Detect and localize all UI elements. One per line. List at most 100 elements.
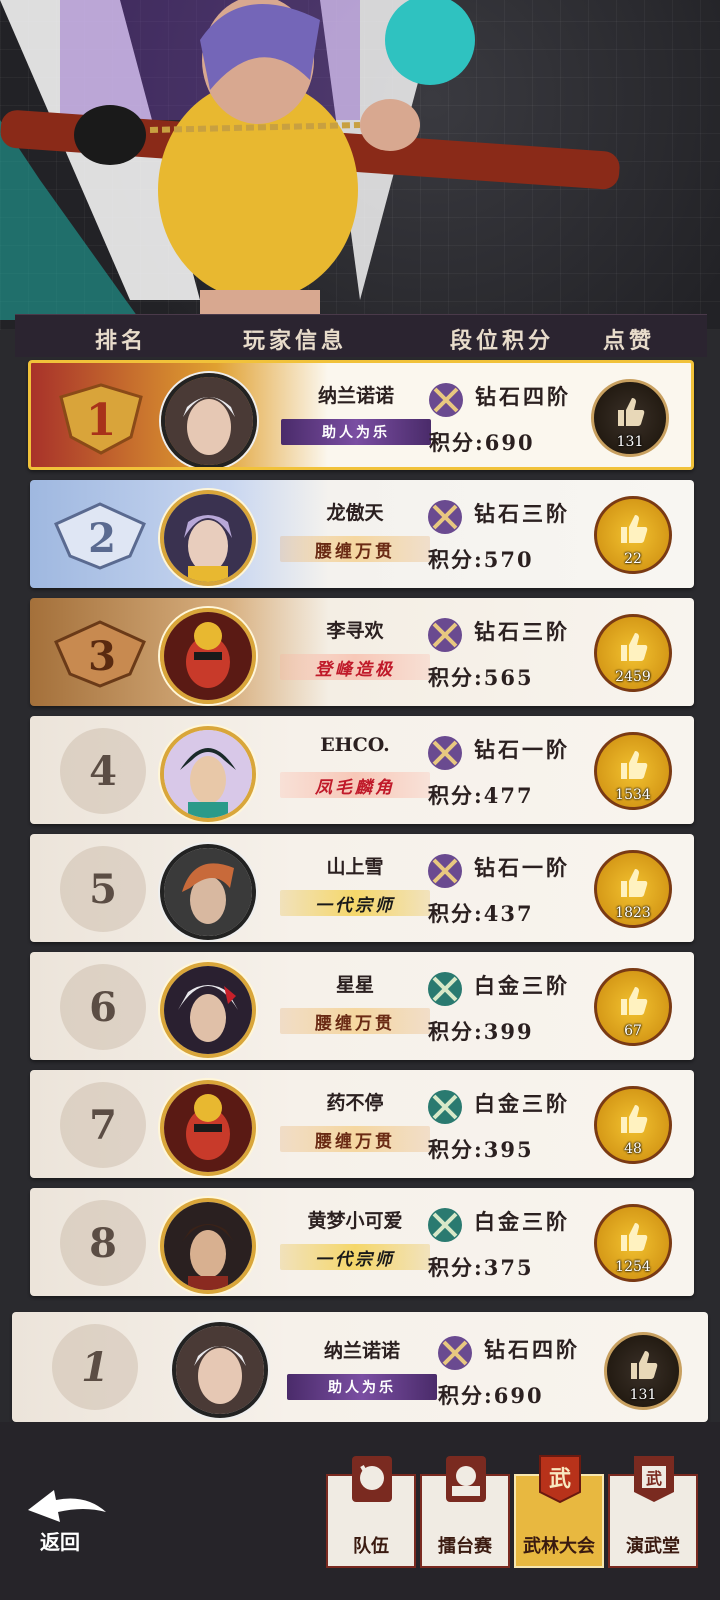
- like-count: 1534: [615, 787, 651, 803]
- avatar[interactable]: [160, 726, 256, 822]
- leaderboard-row[interactable]: 1 纳兰诺诺 助人为乐 钻石四阶 积分:690 131: [28, 360, 694, 470]
- player-title-badge: 助人为乐: [281, 419, 431, 445]
- thumbs-up-icon: [621, 1105, 648, 1133]
- avatar[interactable]: [160, 1198, 256, 1294]
- thumbs-up-icon: [618, 398, 645, 426]
- player-title-badge: 助人为乐: [287, 1374, 437, 1400]
- like-button[interactable]: 2459: [594, 614, 672, 692]
- rank-circle: 7: [60, 1082, 146, 1168]
- avatar[interactable]: [160, 608, 256, 704]
- nav-arena-label: 擂台赛: [438, 1536, 492, 1557]
- like-count: 1823: [615, 905, 651, 921]
- arena-icon: [446, 1456, 486, 1502]
- like-button[interactable]: 1823: [594, 850, 672, 928]
- header-tier-score: 段位积分: [450, 328, 555, 354]
- player-title-badge: 登峰造极: [280, 654, 430, 680]
- leaderboard-row[interactable]: 6 星星 腰缠万贯 白金三阶 积分:399 67: [30, 952, 694, 1060]
- avatar[interactable]: [161, 373, 257, 467]
- rank-circle: 4: [60, 728, 146, 814]
- rank-circle: 1: [52, 1324, 138, 1410]
- like-button[interactable]: 131: [604, 1332, 682, 1410]
- thumbs-up-icon: [621, 987, 648, 1015]
- avatar[interactable]: [160, 962, 256, 1058]
- like-count: 131: [629, 1387, 657, 1403]
- thumbs-up-icon: [621, 751, 648, 779]
- hall-icon: 武: [634, 1456, 674, 1502]
- like-button[interactable]: 22: [594, 496, 672, 574]
- avatar[interactable]: [160, 1080, 256, 1176]
- rank-2-badge-icon: 2: [54, 502, 146, 570]
- rank-circle: 5: [60, 846, 146, 932]
- like-button[interactable]: 67: [594, 968, 672, 1046]
- svg-text:1: 1: [86, 395, 117, 446]
- header-rank: 排名: [95, 328, 148, 354]
- tier-name: 钻石四阶: [484, 1337, 580, 1362]
- rank-3-badge-icon: 3: [54, 620, 146, 688]
- player-title-badge: 腰缠万贯: [280, 536, 430, 562]
- back-button[interactable]: 返回: [40, 1526, 80, 1555]
- diamond-tier-icon: [438, 1336, 472, 1370]
- tier-score: 积分:690: [429, 430, 535, 455]
- leaderboard-row[interactable]: 8 黄梦小可爱 一代宗师 白金三阶 积分:375 1254: [30, 1188, 694, 1296]
- tier-name: 白金三阶: [474, 1209, 570, 1234]
- thumbs-up-icon: [621, 515, 648, 543]
- tier-score: 积分:565: [428, 665, 534, 690]
- like-count: 22: [624, 551, 642, 567]
- tier-name: 钻石三阶: [474, 501, 570, 526]
- like-count: 131: [616, 434, 644, 450]
- tier-score: 积分:477: [428, 783, 534, 808]
- avatar[interactable]: [160, 844, 256, 940]
- tier-score: 积分:375: [428, 1255, 534, 1280]
- rank-number: 5: [89, 865, 117, 913]
- header-player-info: 玩家信息: [243, 328, 348, 354]
- svg-text:武: 武: [646, 1469, 662, 1488]
- player-title-badge: 腰缠万贯: [280, 1126, 430, 1152]
- player-name: 星星: [335, 974, 374, 996]
- diamond-tier-icon: [428, 854, 462, 888]
- tier-score: 积分:437: [428, 901, 534, 926]
- rank-circle: 8: [60, 1200, 146, 1286]
- rank-number: 1: [81, 1343, 109, 1391]
- nav-arena-button[interactable]: 擂台赛: [420, 1456, 510, 1568]
- thumbs-up-icon: [621, 1223, 648, 1251]
- my-rank-row[interactable]: 1 纳兰诺诺 助人为乐 钻石四阶 积分:690 131: [12, 1312, 708, 1422]
- avatar[interactable]: [160, 490, 256, 586]
- leaderboard-row[interactable]: 4 EHCO. 凤毛麟角 钻石一阶 积分:477 1534: [30, 716, 694, 824]
- tier-name: 白金三阶: [474, 973, 570, 998]
- leaderboard-row[interactable]: 7 药不停 腰缠万贯 白金三阶 积分:395 48: [30, 1070, 694, 1178]
- diamond-tier-icon: [429, 383, 463, 417]
- nav-hall-label: 演武堂: [626, 1536, 680, 1557]
- tier-score: 积分:395: [428, 1137, 534, 1162]
- rank-number: 7: [89, 1101, 117, 1149]
- like-count: 2459: [615, 669, 651, 685]
- svg-text:武: 武: [549, 1466, 571, 1492]
- rank-circle: 6: [60, 964, 146, 1050]
- tier-name: 钻石一阶: [474, 737, 570, 762]
- like-button[interactable]: 48: [594, 1086, 672, 1164]
- player-name: 山上雪: [326, 856, 384, 878]
- svg-text:2: 2: [88, 515, 116, 562]
- leaderboard-header: 排名 玩家信息 段位积分 点赞: [15, 314, 707, 357]
- player-name: 药不停: [326, 1092, 384, 1114]
- platinum-tier-icon: [428, 972, 462, 1006]
- nav-wulin-button[interactable]: 武 武林大会: [514, 1455, 604, 1568]
- like-button[interactable]: 1534: [594, 732, 672, 810]
- nav-hall-button[interactable]: 武 演武堂: [608, 1456, 698, 1568]
- like-button[interactable]: 1254: [594, 1204, 672, 1282]
- leaderboard-row[interactable]: 2 龙傲天 腰缠万贯 钻石三阶 积分:570 22: [30, 480, 694, 588]
- svg-text:3: 3: [88, 633, 116, 680]
- rank-1-badge-icon: 1: [59, 383, 143, 455]
- player-name: 纳兰诺诺: [317, 385, 394, 407]
- rank-number: 4: [89, 747, 117, 795]
- nav-wulin-label: 武林大会: [523, 1536, 595, 1557]
- like-button[interactable]: 131: [591, 379, 669, 457]
- leaderboard-row[interactable]: 3 李寻欢 登峰造极 钻石三阶 积分:565 2459: [30, 598, 694, 706]
- avatar[interactable]: [172, 1322, 268, 1418]
- back-arrow-icon[interactable]: [24, 1484, 110, 1528]
- platinum-tier-icon: [428, 1090, 462, 1124]
- like-count: 48: [624, 1141, 642, 1157]
- leaderboard-row[interactable]: 5 山上雪 一代宗师 钻石一阶 积分:437 1823: [30, 834, 694, 942]
- nav-team-label: 队伍: [353, 1536, 389, 1557]
- nav-team-button[interactable]: 队伍: [326, 1456, 416, 1568]
- player-name: 纳兰诺诺: [323, 1340, 400, 1362]
